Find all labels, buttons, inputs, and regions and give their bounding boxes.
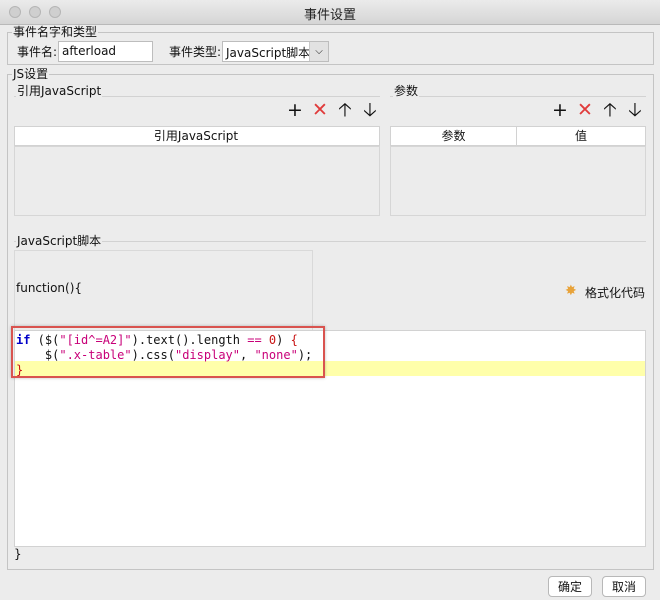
chevron-down-icon: ⌵ — [309, 42, 328, 61]
arrow-up-icon: 🡡 — [338, 99, 352, 121]
params-legend: 参数 — [393, 84, 420, 98]
highlight-box — [11, 326, 325, 378]
move-down-ref-js-button[interactable]: 🡣 — [360, 100, 380, 120]
plus-icon: + — [287, 99, 303, 121]
event-name-input[interactable]: afterload — [58, 41, 153, 62]
ref-js-list[interactable] — [14, 146, 380, 216]
add-ref-js-button[interactable]: + — [285, 100, 305, 120]
move-up-param-button[interactable]: 🡡 — [600, 100, 620, 120]
add-param-button[interactable]: + — [550, 100, 570, 120]
ref-js-table-header: 引用JavaScript — [14, 126, 380, 146]
params-list[interactable] — [390, 146, 646, 216]
script-legend: JavaScript脚本 — [16, 234, 103, 248]
delete-ref-js-button[interactable]: ✕ — [310, 100, 330, 120]
ref-js-legend: 引用JavaScript — [16, 84, 103, 98]
event-section-legend: 事件名字和类型 — [12, 25, 99, 39]
ok-button[interactable]: 确定 — [548, 576, 592, 597]
value-column-header[interactable]: 值 — [517, 127, 645, 146]
function-closing: } — [14, 547, 22, 561]
event-type-label: 事件类型: — [169, 45, 222, 59]
event-name-label: 事件名: — [17, 45, 58, 59]
params-separator — [390, 96, 646, 97]
delete-icon: ✕ — [577, 99, 593, 121]
event-type-value: JavaScript脚本 — [226, 46, 311, 60]
delete-icon: ✕ — [312, 99, 328, 121]
move-down-param-button[interactable]: 🡣 — [625, 100, 645, 120]
format-code-label: 格式化代码 — [585, 286, 646, 300]
delete-param-button[interactable]: ✕ — [575, 100, 595, 120]
cancel-button[interactable]: 取消 — [602, 576, 646, 597]
js-section-legend: JS设置 — [12, 67, 50, 81]
window-title: 事件设置 — [303, 8, 356, 23]
ref-js-column-header[interactable]: 引用JavaScript — [15, 127, 377, 146]
arrow-up-icon: 🡡 — [603, 99, 617, 121]
arrow-down-icon: 🡣 — [363, 99, 377, 121]
params-table-header: 参数 值 — [390, 126, 646, 146]
param-column-header[interactable]: 参数 — [391, 127, 517, 146]
move-up-ref-js-button[interactable]: 🡡 — [335, 100, 355, 120]
arrow-down-icon: 🡣 — [628, 99, 642, 121]
event-type-select[interactable]: JavaScript脚本 ⌵ — [222, 41, 329, 62]
broom-icon: ✸ — [565, 283, 577, 299]
function-header: function(){ — [16, 281, 83, 295]
title-bar: 事件设置 — [0, 0, 660, 25]
script-separator — [14, 241, 646, 242]
plus-icon: + — [552, 99, 568, 121]
